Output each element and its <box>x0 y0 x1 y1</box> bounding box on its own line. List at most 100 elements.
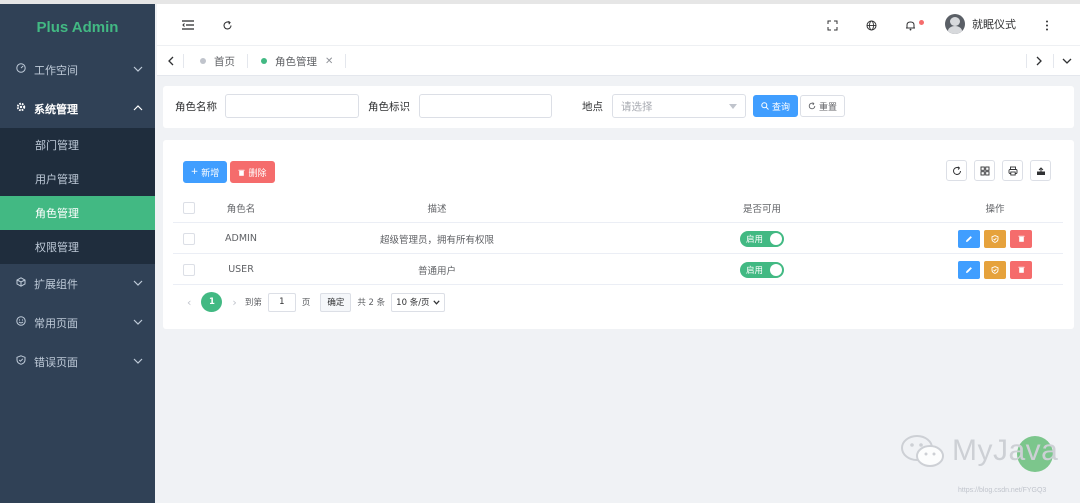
sidebar-item-label: 常用页面 <box>34 316 78 330</box>
more-vertical-icon[interactable] <box>1039 17 1055 33</box>
add-button[interactable]: + 新增 <box>183 161 227 183</box>
page-size-value: 10 条/页 <box>396 298 430 308</box>
reset-button-label: 重置 <box>818 102 837 113</box>
prev-page-button[interactable]: ‹ <box>187 296 191 309</box>
shield-check-icon <box>991 234 999 243</box>
globe-icon[interactable] <box>863 17 879 33</box>
sidebar-item-users[interactable]: 用户管理 <box>0 162 155 196</box>
watermark-url: https://blog.csdn.net/FYGQ3 <box>958 487 1047 494</box>
enabled-switch[interactable]: 启用 <box>740 230 784 247</box>
page-number-current[interactable]: 1 <box>201 292 223 312</box>
query-button[interactable]: 查询 <box>753 95 798 117</box>
role-name-label: 角色名称 <box>175 101 217 113</box>
column-filter-button[interactable] <box>974 160 995 181</box>
user-name: 就眠仪式 <box>972 18 1016 31</box>
watermark: MyJava <box>900 434 1059 472</box>
location-select[interactable]: 请选择 <box>612 94 746 118</box>
tab-divider <box>247 54 248 68</box>
tabs-scroll-left-button[interactable] <box>157 46 183 76</box>
notification-dot <box>919 20 924 25</box>
smile-icon <box>14 316 28 329</box>
sidebar-item-extensions[interactable]: 扩展组件 <box>0 264 155 303</box>
sidebar-item-permissions[interactable]: 权限管理 <box>0 230 155 264</box>
chevron-up-icon <box>133 105 143 111</box>
tabs-bar: 首页 角色管理 ✕ <box>157 46 1080 76</box>
shield-check-icon <box>991 265 999 274</box>
reset-button[interactable]: 重置 <box>800 95 845 117</box>
description-cell: 超级管理员，拥有所有权限 <box>379 234 494 246</box>
chevron-left-icon <box>167 56 173 66</box>
sidebar-item-error-pages[interactable]: 错误页面 <box>0 342 155 381</box>
trash-icon <box>238 169 245 176</box>
enabled-cell: 启用 <box>597 223 927 254</box>
location-label: 地点 <box>582 101 603 113</box>
permission-button[interactable] <box>984 229 1006 248</box>
tabs-dropdown-button[interactable] <box>1054 46 1080 76</box>
enabled-cell: 启用 <box>597 254 927 285</box>
row-delete-button[interactable] <box>1010 229 1032 248</box>
refresh-icon <box>952 165 961 175</box>
print-icon <box>1008 166 1017 175</box>
role-table-card: + 新增 删除 角色名 描述 是否可用 操作 ADMIN 超级管理员，拥有所有权… <box>163 140 1074 329</box>
export-button[interactable] <box>1030 160 1051 181</box>
sidebar-item-roles[interactable]: 角色管理 <box>0 196 155 230</box>
chevron-down-icon <box>432 299 440 305</box>
location-placeholder: 请选择 <box>621 100 653 113</box>
plus-icon: + <box>190 167 199 177</box>
enabled-switch[interactable]: 启用 <box>740 261 784 278</box>
row-checkbox[interactable] <box>183 232 195 245</box>
switch-label: 启用 <box>746 265 764 276</box>
chevron-down-icon <box>133 280 143 286</box>
tab-roles[interactable]: 角色管理 ✕ <box>261 46 333 76</box>
delete-button[interactable]: 删除 <box>230 161 275 183</box>
role-code-input[interactable] <box>419 94 552 118</box>
tabs-scroll-right-button[interactable] <box>1026 46 1052 76</box>
edit-button[interactable] <box>958 260 980 279</box>
edit-button[interactable] <box>958 229 980 248</box>
query-button-label: 查询 <box>771 102 790 113</box>
table-row: ADMIN 超级管理员，拥有所有权限 启用 <box>173 223 1063 254</box>
row-delete-button[interactable] <box>1010 260 1032 279</box>
pencil-icon <box>966 235 972 242</box>
header-description: 描述 <box>427 203 447 215</box>
next-page-button[interactable]: › <box>232 296 236 309</box>
page-size-select[interactable]: 10 条/页 <box>391 292 445 312</box>
refresh-icon[interactable] <box>219 17 235 33</box>
permission-button[interactable] <box>984 260 1006 279</box>
tab-status-dot <box>200 58 206 64</box>
close-icon[interactable]: ✕ <box>325 56 333 67</box>
export-icon <box>1036 166 1045 175</box>
header-role-name: 角色名 <box>226 203 256 215</box>
sidebar-item-label: 错误页面 <box>34 355 78 369</box>
role-name-input[interactable] <box>225 94 359 118</box>
add-button-label: 新增 <box>201 168 220 179</box>
row-checkbox[interactable] <box>183 263 195 276</box>
goto-label: 到第 <box>244 298 262 308</box>
goto-page-input[interactable]: 1 <box>267 292 296 312</box>
menu-fold-icon[interactable] <box>180 17 196 33</box>
chevron-down-icon <box>133 358 143 364</box>
delete-button-label: 删除 <box>248 168 267 179</box>
tab-label: 首页 <box>214 55 235 68</box>
sidebar: Plus Admin 工作空间 系统管理 部门管理 用户管理 角色管理 权限管理… <box>0 4 155 503</box>
sidebar-item-label: 工作空间 <box>34 63 78 77</box>
tab-label: 角色管理 <box>275 55 317 68</box>
tab-home[interactable]: 首页 <box>200 46 235 76</box>
sidebar-item-departments[interactable]: 部门管理 <box>0 128 155 162</box>
sidebar-item-common-pages[interactable]: 常用页面 <box>0 303 155 342</box>
actions-cell <box>927 254 1063 285</box>
goto-confirm-button[interactable]: 确定 <box>320 292 352 312</box>
user-menu[interactable]: 就眠仪式 <box>945 14 1016 34</box>
watermark-text: MyJava <box>952 434 1059 467</box>
table-refresh-button[interactable] <box>946 160 967 181</box>
actions-cell <box>927 223 1063 254</box>
fullscreen-icon[interactable] <box>824 17 840 33</box>
select-all-checkbox-cell <box>173 192 205 223</box>
sidebar-item-system[interactable]: 系统管理 <box>0 89 155 128</box>
bell-icon[interactable] <box>902 17 918 33</box>
print-button[interactable] <box>1002 160 1023 181</box>
sidebar-item-label: 扩展组件 <box>34 277 78 291</box>
chevron-down-icon <box>1062 58 1072 64</box>
select-all-checkbox[interactable] <box>183 201 195 214</box>
sidebar-item-workspace[interactable]: 工作空间 <box>0 50 155 89</box>
